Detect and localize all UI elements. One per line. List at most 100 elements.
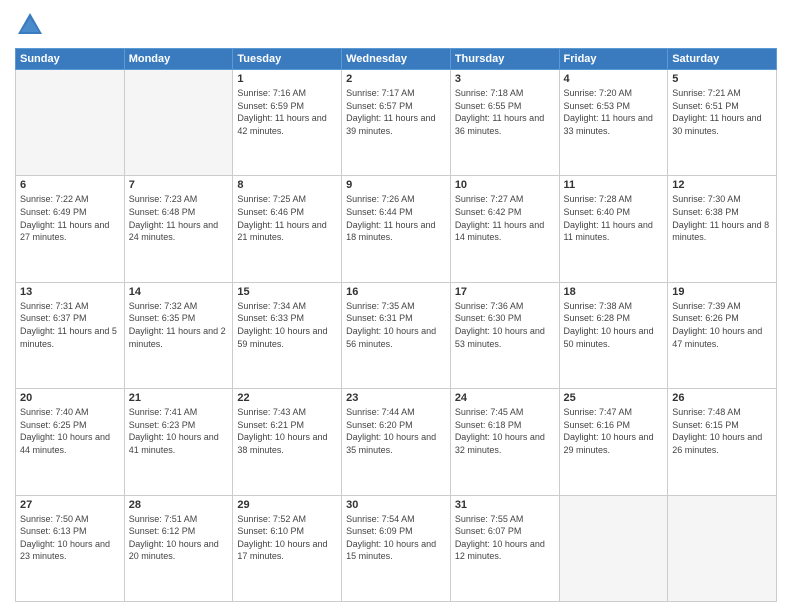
day-info: Sunrise: 7:22 AMSunset: 6:49 PMDaylight:…: [20, 193, 120, 243]
day-number: 19: [672, 286, 772, 298]
day-info: Sunrise: 7:32 AMSunset: 6:35 PMDaylight:…: [129, 300, 229, 350]
calendar-cell-11: 11Sunrise: 7:28 AMSunset: 6:40 PMDayligh…: [559, 176, 668, 282]
calendar-cell-empty: [124, 70, 233, 176]
week-row-1: 6 Sunrise: 7:22 AMSunset: 6:49 PMDaylight…: [16, 176, 777, 282]
calendar-cell-7: 7 Sunrise: 7:23 AMSunset: 6:48 PMDaylight…: [124, 176, 233, 282]
calendar-cell-empty: [559, 495, 668, 601]
calendar-cell-24: 24 Sunrise: 7:45 AMSunset: 6:18 PMDayligh…: [450, 389, 559, 495]
day-info: Sunrise: 7:21 AMSunset: 6:51 PMDaylight:…: [672, 87, 772, 137]
calendar-cell-27: 27 Sunrise: 7:50 AMSunset: 6:13 PMDayligh…: [16, 495, 125, 601]
day-info: Sunrise: 7:26 AMSunset: 6:44 PMDaylight:…: [346, 193, 446, 243]
weekday-header-friday: Friday: [559, 49, 668, 70]
calendar-cell-28: 28Sunrise: 7:51 AMSunset: 6:12 PMDayligh…: [124, 495, 233, 601]
calendar-cell-15: 15 Sunrise: 7:34 AMSunset: 6:33 PMDayligh…: [233, 282, 342, 388]
calendar-cell-3: 3 Sunrise: 7:18 AMSunset: 6:55 PMDaylight…: [450, 70, 559, 176]
day-info: Sunrise: 7:25 AMSunset: 6:46 PMDaylight:…: [237, 193, 337, 243]
day-number: 30: [346, 499, 446, 511]
day-info: Sunrise: 7:31 AMSunset: 6:37 PMDaylight:…: [20, 300, 120, 350]
day-info: Sunrise: 7:39 AMSunset: 6:26 PMDaylight:…: [672, 300, 772, 350]
day-info: Sunrise: 7:35 AMSunset: 6:31 PMDaylight:…: [346, 300, 446, 350]
day-number: 12: [672, 179, 772, 191]
page: SundayMondayTuesdayWednesdayThursdayFrid…: [0, 0, 792, 612]
day-number: 20: [20, 392, 120, 404]
day-info: Sunrise: 7:52 AMSunset: 6:10 PMDaylight:…: [237, 513, 337, 563]
day-number: 4: [564, 73, 664, 85]
day-number: 21: [129, 392, 229, 404]
day-info: Sunrise: 7:18 AMSunset: 6:55 PMDaylight:…: [455, 87, 555, 137]
calendar-cell-18: 18 Sunrise: 7:38 AMSunset: 6:28 PMDayligh…: [559, 282, 668, 388]
day-info: Sunrise: 7:17 AMSunset: 6:57 PMDaylight:…: [346, 87, 446, 137]
day-number: 16: [346, 286, 446, 298]
calendar-cell-5: 5 Sunrise: 7:21 AMSunset: 6:51 PMDaylight…: [668, 70, 777, 176]
day-number: 29: [237, 499, 337, 511]
day-number: 27: [20, 499, 120, 511]
calendar-cell-20: 20 Sunrise: 7:40 AMSunset: 6:25 PMDayligh…: [16, 389, 125, 495]
calendar-cell-16: 16 Sunrise: 7:35 AMSunset: 6:31 PMDayligh…: [342, 282, 451, 388]
day-info: Sunrise: 7:20 AMSunset: 6:53 PMDaylight:…: [564, 87, 664, 137]
day-info: Sunrise: 7:55 AMSunset: 6:07 PMDaylight:…: [455, 513, 555, 563]
day-number: 28: [129, 499, 229, 511]
day-number: 6: [20, 179, 120, 191]
logo-icon: [15, 10, 45, 40]
day-number: 8: [237, 179, 337, 191]
day-info: Sunrise: 7:23 AMSunset: 6:48 PMDaylight:…: [129, 193, 229, 243]
day-info: Sunrise: 7:50 AMSunset: 6:13 PMDaylight:…: [20, 513, 120, 563]
day-info: Sunrise: 7:30 AMSunset: 6:38 PMDaylight:…: [672, 193, 772, 243]
day-info: Sunrise: 7:16 AMSunset: 6:59 PMDaylight:…: [237, 87, 337, 137]
weekday-header-monday: Monday: [124, 49, 233, 70]
day-number: 2: [346, 73, 446, 85]
calendar-table: SundayMondayTuesdayWednesdayThursdayFrid…: [15, 48, 777, 602]
day-number: 9: [346, 179, 446, 191]
calendar-cell-14: 14 Sunrise: 7:32 AMSunset: 6:35 PMDayligh…: [124, 282, 233, 388]
day-info: Sunrise: 7:54 AMSunset: 6:09 PMDaylight:…: [346, 513, 446, 563]
calendar-cell-1: 1 Sunrise: 7:16 AMSunset: 6:59 PMDaylight…: [233, 70, 342, 176]
day-number: 14: [129, 286, 229, 298]
calendar-cell-21: 21 Sunrise: 7:41 AMSunset: 6:23 PMDayligh…: [124, 389, 233, 495]
header: [15, 10, 777, 40]
calendar-cell-19: 19 Sunrise: 7:39 AMSunset: 6:26 PMDayligh…: [668, 282, 777, 388]
calendar-cell-empty: [668, 495, 777, 601]
day-number: 10: [455, 179, 555, 191]
calendar-cell-12: 12 Sunrise: 7:30 AMSunset: 6:38 PMDayligh…: [668, 176, 777, 282]
calendar-cell-26: 26 Sunrise: 7:48 AMSunset: 6:15 PMDayligh…: [668, 389, 777, 495]
calendar-cell-8: 8 Sunrise: 7:25 AMSunset: 6:46 PMDaylight…: [233, 176, 342, 282]
day-number: 25: [564, 392, 664, 404]
weekday-header-thursday: Thursday: [450, 49, 559, 70]
day-number: 26: [672, 392, 772, 404]
weekday-header-saturday: Saturday: [668, 49, 777, 70]
day-info: Sunrise: 7:48 AMSunset: 6:15 PMDaylight:…: [672, 406, 772, 456]
calendar-cell-29: 29 Sunrise: 7:52 AMSunset: 6:10 PMDayligh…: [233, 495, 342, 601]
week-row-2: 13Sunrise: 7:31 AMSunset: 6:37 PMDayligh…: [16, 282, 777, 388]
day-number: 15: [237, 286, 337, 298]
calendar-cell-30: 30 Sunrise: 7:54 AMSunset: 6:09 PMDayligh…: [342, 495, 451, 601]
day-info: Sunrise: 7:34 AMSunset: 6:33 PMDaylight:…: [237, 300, 337, 350]
calendar-cell-13: 13Sunrise: 7:31 AMSunset: 6:37 PMDayligh…: [16, 282, 125, 388]
day-number: 24: [455, 392, 555, 404]
day-number: 5: [672, 73, 772, 85]
week-row-4: 27 Sunrise: 7:50 AMSunset: 6:13 PMDayligh…: [16, 495, 777, 601]
day-number: 22: [237, 392, 337, 404]
day-number: 18: [564, 286, 664, 298]
week-row-3: 20 Sunrise: 7:40 AMSunset: 6:25 PMDayligh…: [16, 389, 777, 495]
weekday-header-wednesday: Wednesday: [342, 49, 451, 70]
day-number: 7: [129, 179, 229, 191]
calendar-cell-31: 31Sunrise: 7:55 AMSunset: 6:07 PMDayligh…: [450, 495, 559, 601]
calendar-cell-9: 9 Sunrise: 7:26 AMSunset: 6:44 PMDaylight…: [342, 176, 451, 282]
day-info: Sunrise: 7:41 AMSunset: 6:23 PMDaylight:…: [129, 406, 229, 456]
weekday-header-row: SundayMondayTuesdayWednesdayThursdayFrid…: [16, 49, 777, 70]
weekday-header-sunday: Sunday: [16, 49, 125, 70]
day-info: Sunrise: 7:40 AMSunset: 6:25 PMDaylight:…: [20, 406, 120, 456]
day-info: Sunrise: 7:27 AMSunset: 6:42 PMDaylight:…: [455, 193, 555, 243]
day-info: Sunrise: 7:45 AMSunset: 6:18 PMDaylight:…: [455, 406, 555, 456]
calendar-cell-empty: [16, 70, 125, 176]
logo: [15, 10, 49, 40]
calendar-cell-23: 23Sunrise: 7:44 AMSunset: 6:20 PMDayligh…: [342, 389, 451, 495]
calendar-cell-10: 10 Sunrise: 7:27 AMSunset: 6:42 PMDayligh…: [450, 176, 559, 282]
day-info: Sunrise: 7:44 AMSunset: 6:20 PMDaylight:…: [346, 406, 446, 456]
calendar-cell-25: 25Sunrise: 7:47 AMSunset: 6:16 PMDayligh…: [559, 389, 668, 495]
calendar-cell-22: 22Sunrise: 7:43 AMSunset: 6:21 PMDayligh…: [233, 389, 342, 495]
day-number: 1: [237, 73, 337, 85]
day-info: Sunrise: 7:38 AMSunset: 6:28 PMDaylight:…: [564, 300, 664, 350]
weekday-header-tuesday: Tuesday: [233, 49, 342, 70]
day-number: 3: [455, 73, 555, 85]
